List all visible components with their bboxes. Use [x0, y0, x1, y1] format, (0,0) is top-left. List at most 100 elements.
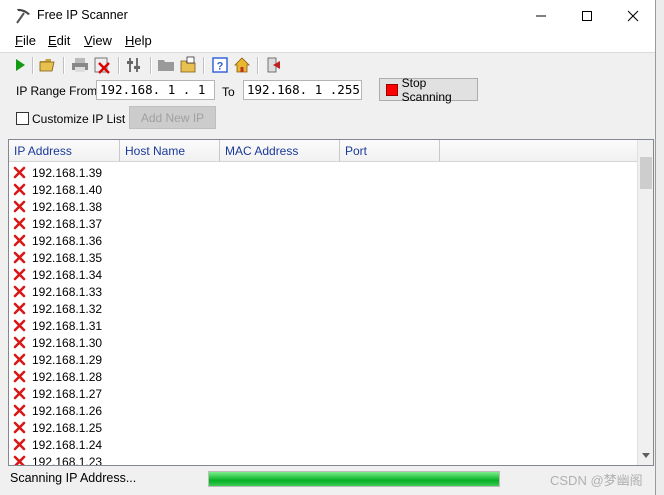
export-icon: [180, 56, 196, 73]
table-row[interactable]: 192.168.1.23: [13, 453, 102, 465]
ip-address-cell: 192.168.1.32: [32, 301, 103, 316]
column-header-ip[interactable]: IP Address: [9, 140, 120, 162]
red-x-icon: [13, 438, 26, 451]
status-text: Scanning IP Address...: [10, 471, 137, 485]
toolbar-separator: [150, 57, 152, 74]
table-row[interactable]: 192.168.1.31: [13, 317, 102, 334]
csdn-watermark: CSDN @梦幽阁: [550, 473, 643, 488]
start-scan-button[interactable]: [10, 55, 30, 75]
home-icon: [234, 57, 250, 73]
menu-help-label: elp: [134, 33, 152, 48]
title-bar[interactable]: Free IP Scanner: [0, 0, 655, 31]
ip-address-cell: 192.168.1.28: [32, 369, 103, 384]
clear-button[interactable]: [92, 55, 112, 75]
table-row[interactable]: 192.168.1.27: [13, 385, 102, 402]
menu-edit-accel: E: [48, 33, 57, 48]
add-new-ip-button[interactable]: Add New IP: [129, 106, 216, 129]
ip-address-cell: 192.168.1.36: [32, 233, 103, 248]
ip-address-cell: 192.168.1.27: [32, 386, 103, 401]
play-icon: [16, 59, 25, 71]
help-button[interactable]: ?: [210, 55, 230, 75]
help-icon: ?: [212, 57, 228, 73]
table-row[interactable]: 192.168.1.26: [13, 402, 102, 419]
red-x-icon: [13, 285, 26, 298]
stop-scanning-button[interactable]: Stop Scanning: [379, 75, 478, 104]
ip-address-cell: 192.168.1.31: [32, 318, 103, 333]
export-button[interactable]: [178, 55, 198, 75]
table-row[interactable]: 192.168.1.34: [13, 266, 102, 283]
customize-ip-checkbox[interactable]: [16, 112, 29, 125]
minimize-icon: [536, 15, 546, 16]
menu-file[interactable]: File: [15, 33, 36, 48]
table-row[interactable]: 192.168.1.37: [13, 215, 102, 232]
minimize-button[interactable]: [518, 0, 564, 31]
ip-address-cell: 192.168.1.39: [32, 165, 103, 180]
menu-file-accel: F: [15, 33, 23, 48]
ip-to-field[interactable]: 192.168. 1 .255: [243, 80, 362, 100]
menu-view-label: iew: [92, 33, 112, 48]
maximize-icon: [582, 10, 592, 21]
stop-scanning-label: Stop Scanning: [401, 75, 452, 104]
settings-button[interactable]: [124, 55, 144, 75]
column-header-host[interactable]: Host Name: [120, 140, 220, 162]
red-x-icon: [13, 302, 26, 315]
table-row[interactable]: 192.168.1.40: [13, 181, 102, 198]
red-x-icon: [13, 421, 26, 434]
scroll-down-icon[interactable]: [642, 453, 650, 459]
ip-address-cell: 192.168.1.25: [32, 420, 103, 435]
table-row[interactable]: 192.168.1.36: [13, 232, 102, 249]
column-header-mac[interactable]: MAC Address: [220, 140, 340, 162]
ip-address-cell: 192.168.1.24: [32, 437, 103, 452]
close-icon: [627, 10, 639, 21]
menu-file-label: ile: [22, 33, 36, 48]
table-row[interactable]: 192.168.1.24: [13, 436, 102, 453]
toolbar-separator: [203, 57, 205, 74]
ip-address-cell: 192.168.1.29: [32, 352, 103, 367]
red-x-icon: [13, 183, 26, 196]
menu-edit[interactable]: Edit: [48, 33, 70, 48]
scan-progress-fill: [209, 472, 499, 486]
open-button[interactable]: [38, 55, 58, 75]
ip-from-field[interactable]: 192.168. 1 . 1: [96, 80, 215, 100]
table-row[interactable]: 192.168.1.33: [13, 283, 102, 300]
red-x-icon: [13, 404, 26, 417]
close-button[interactable]: [610, 0, 656, 31]
app-window: Free IP Scanner File Edit View Help ? IP…: [0, 0, 656, 495]
settings-icon: [127, 58, 140, 72]
scrollbar-thumb[interactable]: [640, 157, 652, 189]
red-x-icon: [13, 166, 26, 179]
red-x-icon: [13, 387, 26, 400]
red-x-icon: [13, 455, 26, 465]
ip-address-cell: 192.168.1.40: [32, 182, 103, 197]
table-row[interactable]: 192.168.1.29: [13, 351, 102, 368]
ip-address-cell: 192.168.1.26: [32, 403, 103, 418]
column-header-port[interactable]: Port: [340, 140, 440, 162]
ip-address-cell: 192.168.1.35: [32, 250, 103, 265]
vertical-scrollbar[interactable]: [637, 140, 653, 465]
scan-progress-bar: [208, 471, 500, 487]
menu-help[interactable]: Help: [125, 33, 152, 48]
toolbar-separator: [257, 57, 259, 74]
exit-button[interactable]: [263, 55, 283, 75]
table-row[interactable]: 192.168.1.25: [13, 419, 102, 436]
table-row[interactable]: 192.168.1.32: [13, 300, 102, 317]
maximize-button[interactable]: [564, 0, 610, 31]
menu-view[interactable]: View: [84, 33, 112, 48]
red-x-icon: [13, 370, 26, 383]
print-button[interactable]: [70, 55, 90, 75]
folder-button[interactable]: [156, 55, 176, 75]
print-icon: [72, 58, 88, 72]
ip-address-cell: 192.168.1.30: [32, 335, 103, 350]
table-row[interactable]: 192.168.1.39: [13, 164, 102, 181]
ip-address-cell: 192.168.1.38: [32, 199, 103, 214]
home-button[interactable]: [232, 55, 252, 75]
table-row[interactable]: 192.168.1.35: [13, 249, 102, 266]
red-x-icon: [13, 251, 26, 264]
menu-help-accel: H: [125, 33, 135, 48]
table-row[interactable]: 192.168.1.38: [13, 198, 102, 215]
clear-icon: [94, 57, 110, 74]
table-row[interactable]: 192.168.1.30: [13, 334, 102, 351]
menu-edit-label: dit: [56, 33, 71, 48]
red-x-icon: [13, 268, 26, 281]
table-row[interactable]: 192.168.1.28: [13, 368, 102, 385]
